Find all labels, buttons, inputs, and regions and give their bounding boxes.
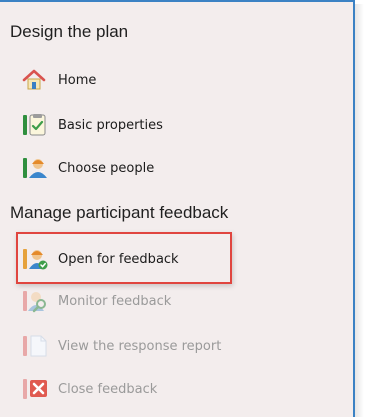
properties-icon [22,113,48,137]
people-icon [22,156,48,180]
monitor-feedback-icon [22,289,48,313]
nav-item-label: Monitor feedback [58,293,172,309]
home-icon [22,68,48,92]
nav-item-home[interactable]: Home [22,65,96,95]
section-heading-manage-feedback: Manage participant feedback [10,203,229,222]
nav-item-label: Home [58,72,97,88]
nav-item-monitor-feedback[interactable]: Monitor feedback [22,286,171,316]
section-heading-design-plan: Design the plan [10,22,129,41]
nav-item-view-response-report[interactable]: View the response report [22,331,221,361]
report-icon [22,334,48,358]
close-feedback-icon [22,377,48,401]
nav-item-label: View the response report [58,338,222,354]
nav-item-choose-people[interactable]: Choose people [22,153,154,183]
panel-shadow [355,4,364,417]
nav-item-label: Basic properties [58,117,163,133]
nav-item-close-feedback[interactable]: Close feedback [22,374,157,404]
nav-item-basic-properties[interactable]: Basic properties [22,110,163,140]
nav-item-label: Close feedback [58,381,158,397]
nav-item-open-for-feedback[interactable]: Open for feedback [22,244,179,274]
nav-item-label: Choose people [58,160,155,176]
nav-item-label: Open for feedback [58,251,179,267]
open-feedback-icon [22,247,48,271]
